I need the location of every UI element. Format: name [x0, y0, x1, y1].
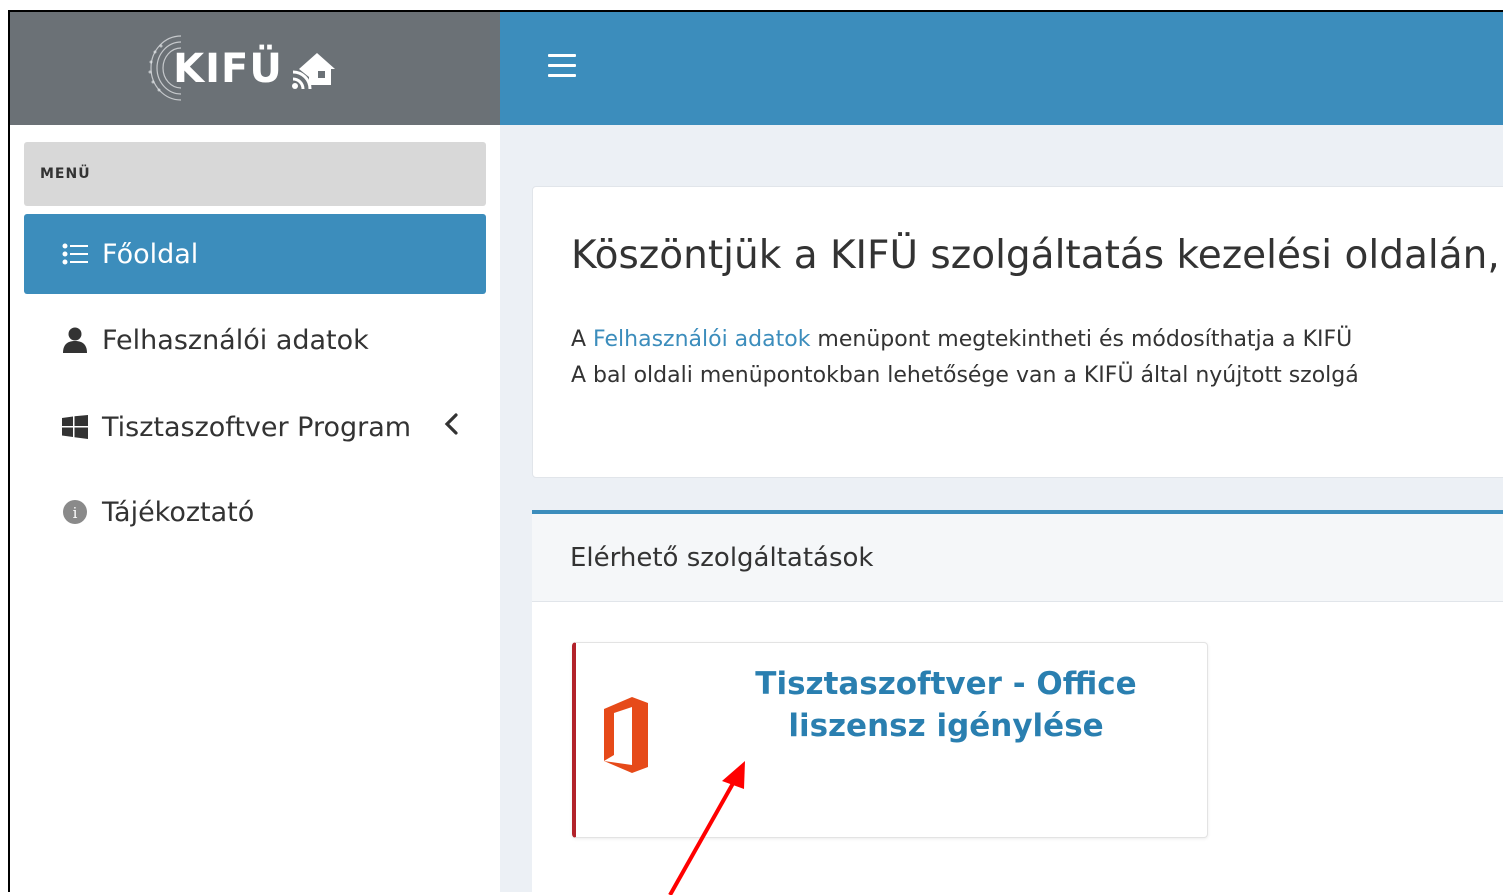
info-icon: i: [60, 497, 90, 527]
page-title: Köszöntjük a KIFÜ szolgáltatás kezelési …: [571, 233, 1500, 278]
annotation-arrow-icon: [668, 761, 745, 895]
sidebar-item-fooldal[interactable]: Főoldal: [24, 214, 486, 294]
welcome-card: Köszöntjük a KIFÜ szolgáltatás kezelési …: [532, 186, 1503, 478]
sidebar-item-label: Tisztaszoftver Program: [102, 411, 412, 443]
top-navbar: [500, 12, 1503, 125]
sidebar-item-label: Felhasználói adatok: [102, 324, 369, 356]
sidebar-item-tisztaszoftver-program[interactable]: Tisztaszoftver Program: [24, 387, 486, 467]
user-icon: [60, 325, 90, 355]
felhasznaloi-adatok-link[interactable]: Felhasználói adatok: [593, 327, 810, 352]
chevron-left-icon[interactable]: [444, 409, 458, 442]
sidebar-item-tajekoztato[interactable]: i Tájékoztató: [24, 472, 486, 552]
welcome-text: menüpont megtekintheti és módosíthatja a…: [810, 327, 1353, 352]
welcome-line-2: A bal oldali menüpontokban lehetősége va…: [571, 363, 1359, 388]
sidebar-item-label: Tájékoztató: [102, 496, 255, 528]
svg-text:i: i: [73, 504, 78, 522]
menu-header: MENÜ: [24, 142, 486, 206]
sidebar-item-label: Főoldal: [102, 238, 199, 270]
list-icon: [60, 239, 90, 269]
services-header: Elérhető szolgáltatások: [532, 514, 1503, 602]
welcome-line-1: A Felhasználói adatok menüpont megtekint…: [571, 327, 1352, 352]
kifu-logo[interactable]: KIFÜ: [148, 34, 337, 101]
house-wifi-icon: [291, 52, 335, 89]
windows-icon: [60, 412, 90, 442]
service-title[interactable]: Tisztaszoftver - Office liszensz igénylé…: [696, 663, 1196, 747]
logo-text: KIFÜ: [173, 45, 283, 92]
sidebar: KIFÜ MENÜ Főoldal Felhasználói adatok Ti…: [10, 12, 500, 892]
hamburger-icon[interactable]: [548, 54, 576, 82]
logo-bar: KIFÜ: [10, 12, 500, 125]
sidebar-item-felhasznaloi-adatok[interactable]: Felhasználói adatok: [24, 300, 486, 380]
welcome-text: A: [571, 327, 594, 352]
